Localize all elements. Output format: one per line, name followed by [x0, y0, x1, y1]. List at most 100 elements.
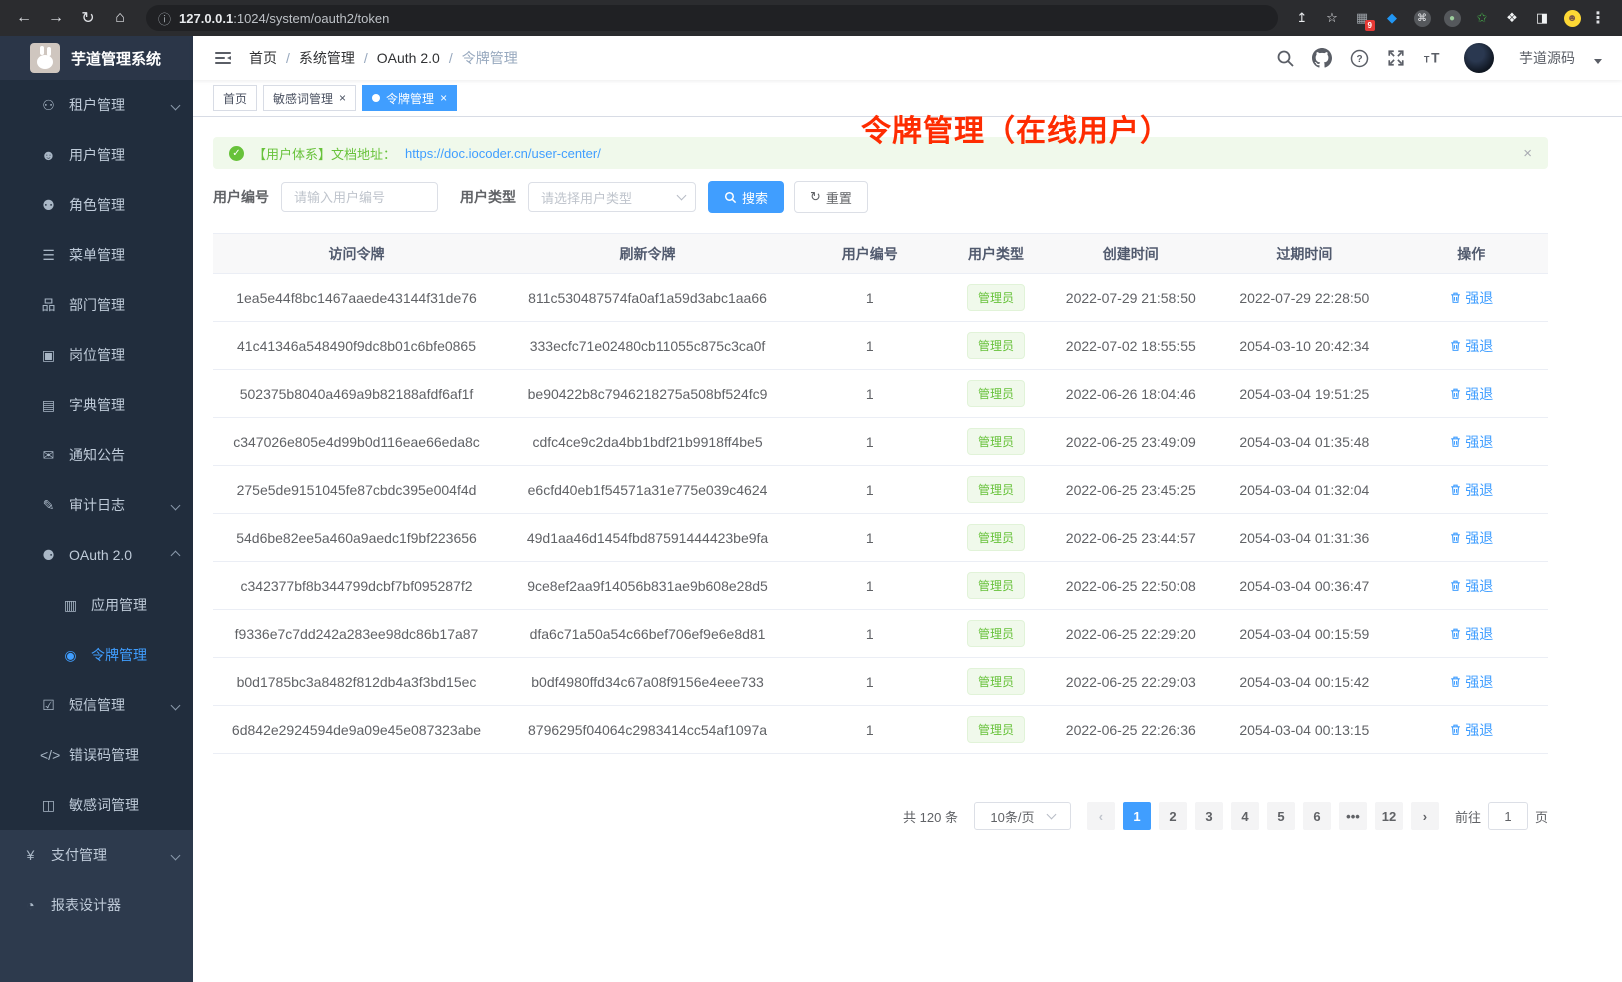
emoji-extension-icon[interactable]: ☻ [1562, 8, 1582, 28]
trash-icon [1449, 723, 1462, 736]
cell-user-type: 管理员 [945, 466, 1048, 514]
sidebar-item-label: 令牌管理 [91, 645, 147, 665]
help-icon[interactable]: ? [1349, 48, 1369, 68]
cell-refresh-token: 8796295f04064c2983414cc54af1097a [500, 706, 795, 754]
force-logout-button[interactable]: 强退 [1449, 528, 1493, 548]
tab-首页[interactable]: 首页 [213, 85, 257, 111]
reset-button[interactable]: ↻ 重置 [794, 181, 868, 213]
force-logout-button[interactable]: 强退 [1449, 480, 1493, 500]
tenant-management-icon: ⚇ [40, 97, 57, 114]
sidebar-item-report-designer[interactable]: ◔报表设计器 [0, 880, 193, 930]
trash-icon [1449, 387, 1462, 400]
forward-icon[interactable]: → [44, 6, 68, 30]
page-button-4[interactable]: 4 [1231, 802, 1259, 830]
page-button-5[interactable]: 5 [1267, 802, 1295, 830]
page-button-3[interactable]: 3 [1195, 802, 1223, 830]
doc-link[interactable]: https://doc.iocoder.cn/user-center/ [405, 146, 601, 161]
user-type-select[interactable]: 请选择用户类型 [528, 182, 696, 212]
sidebar-item-oauth2[interactable]: ⚈OAuth 2.0 [0, 530, 193, 580]
force-logout-button[interactable]: 强退 [1449, 384, 1493, 404]
cell-created-time: 2022-06-25 22:26:36 [1047, 706, 1214, 754]
column-header: 用户编号 [795, 234, 945, 274]
sidebar-item-tenant-management[interactable]: ⚇ 租户管理 [0, 80, 193, 130]
sidebar-item-payment-management[interactable]: ¥支付管理 [0, 830, 193, 880]
force-logout-button[interactable]: 强退 [1449, 576, 1493, 596]
force-logout-button[interactable]: 强退 [1449, 336, 1493, 356]
cell-refresh-token: dfa6c71a50a54c66bef706ef9e6e8d81 [500, 610, 795, 658]
page-button-6[interactable]: 6 [1303, 802, 1331, 830]
site-info-icon[interactable]: ⓘ [158, 9, 171, 28]
extension-puzzle-icon[interactable]: ❖ [1502, 8, 1522, 28]
home-icon[interactable]: ⌂ [108, 6, 132, 30]
fullscreen-icon[interactable] [1386, 48, 1406, 68]
tab-令牌管理[interactable]: 令牌管理× [362, 85, 457, 111]
page-button-1[interactable]: 1 [1123, 802, 1151, 830]
user-type-badge: 管理员 [967, 524, 1025, 551]
trash-icon [1449, 531, 1462, 544]
back-icon[interactable]: ← [12, 6, 36, 30]
sidebar-item-audit-log[interactable]: ✎审计日志 [0, 480, 193, 530]
prev-page-button[interactable]: ‹ [1087, 802, 1115, 830]
force-logout-button[interactable]: 强退 [1449, 288, 1493, 308]
cell-action: 强退 [1394, 466, 1548, 514]
table-row: 1ea5e44f8bc1467aaede43144f31de76811c5304… [213, 274, 1548, 322]
annotation-overlay: 令牌管理（在线用户） [861, 106, 1171, 150]
sidebar-panel-icon[interactable]: ◨ [1532, 8, 1552, 28]
github-icon[interactable] [1312, 48, 1332, 68]
search-button[interactable]: 搜索 [708, 181, 784, 213]
page-size-select[interactable]: 10条/页 [974, 802, 1071, 830]
sidebar-item-error-code-management[interactable]: </>错误码管理 [0, 730, 193, 780]
user-id-input[interactable] [281, 182, 438, 212]
next-page-button[interactable]: › [1411, 802, 1439, 830]
sidebar-item-user-management[interactable]: ☻用户管理 [0, 130, 193, 180]
cell-created-time: 2022-07-02 18:55:55 [1047, 322, 1214, 370]
sidebar-item-sms-management[interactable]: ☑短信管理 [0, 680, 193, 730]
sidebar-item-menu-management[interactable]: ☰菜单管理 [0, 230, 193, 280]
share-icon[interactable]: ↥ [1292, 8, 1312, 28]
force-logout-button[interactable]: 强退 [1449, 720, 1493, 740]
force-logout-button[interactable]: 强退 [1449, 624, 1493, 644]
sidebar-item-role-management[interactable]: ⚉角色管理 [0, 180, 193, 230]
payment-management-icon: ¥ [22, 847, 39, 863]
page-content: ✓ 【用户体系】文档地址： https://doc.iocoder.cn/use… [193, 117, 1622, 982]
page-button-2[interactable]: 2 [1159, 802, 1187, 830]
sidebar-item-sensitive-word-management[interactable]: ◫敏感词管理 [0, 780, 193, 830]
extension-star-icon[interactable]: ✩ [1472, 8, 1492, 28]
bookmark-star-icon[interactable]: ☆ [1322, 8, 1342, 28]
user-type-label: 用户类型 [460, 187, 516, 207]
browser-menu-icon[interactable]: ⋮ [1586, 6, 1610, 30]
extension-grid-icon[interactable]: ▦9 [1352, 8, 1372, 28]
tab-close-icon[interactable]: × [440, 92, 447, 104]
breadcrumb-item[interactable]: 首页 [249, 48, 277, 68]
tab-敏感词管理[interactable]: 敏感词管理× [263, 85, 356, 111]
cell-expired-time: 2054-03-04 00:36:47 [1214, 562, 1394, 610]
user-menu-caret-icon[interactable] [1594, 59, 1602, 64]
alert-close-icon[interactable]: × [1523, 145, 1532, 162]
tab-close-icon[interactable]: × [339, 92, 346, 104]
force-logout-button[interactable]: 强退 [1449, 672, 1493, 692]
sidebar-collapse-icon[interactable] [213, 48, 233, 68]
pagination-ellipsis[interactable]: ••• [1339, 802, 1367, 830]
sidebar-item-notice-management[interactable]: ✉通知公告 [0, 430, 193, 480]
user-avatar[interactable] [1464, 43, 1494, 73]
reload-icon[interactable]: ↻ [76, 6, 100, 30]
breadcrumb-item[interactable]: 系统管理 [299, 48, 355, 68]
font-size-icon[interactable]: TT [1423, 48, 1443, 68]
username[interactable]: 芋道源码 [1519, 48, 1575, 68]
search-icon[interactable] [1275, 48, 1295, 68]
extension-command-icon[interactable]: ⌘ [1412, 8, 1432, 28]
sidebar-item-post-management[interactable]: ▣岗位管理 [0, 330, 193, 380]
goto-page-input[interactable] [1488, 802, 1528, 830]
breadcrumb-item[interactable]: OAuth 2.0 [377, 50, 440, 66]
sidebar-item-dept-management[interactable]: 品部门管理 [0, 280, 193, 330]
sidebar-item-oauth2-application[interactable]: ▥应用管理 [0, 580, 193, 630]
sidebar-item-oauth2-token[interactable]: ◉令牌管理 [0, 630, 193, 680]
page-button-12[interactable]: 12 [1375, 802, 1403, 830]
cell-expired-time: 2054-03-04 00:15:59 [1214, 610, 1394, 658]
extension-record-icon[interactable]: ● [1442, 8, 1462, 28]
extension-gem-icon[interactable]: ◆ [1382, 8, 1402, 28]
sidebar-item-label: 租户管理 [69, 95, 125, 115]
url-bar[interactable]: ⓘ 127.0.0.1:1024/system/oauth2/token [146, 5, 1278, 31]
sidebar-item-dict-management[interactable]: ▤字典管理 [0, 380, 193, 430]
force-logout-button[interactable]: 强退 [1449, 432, 1493, 452]
